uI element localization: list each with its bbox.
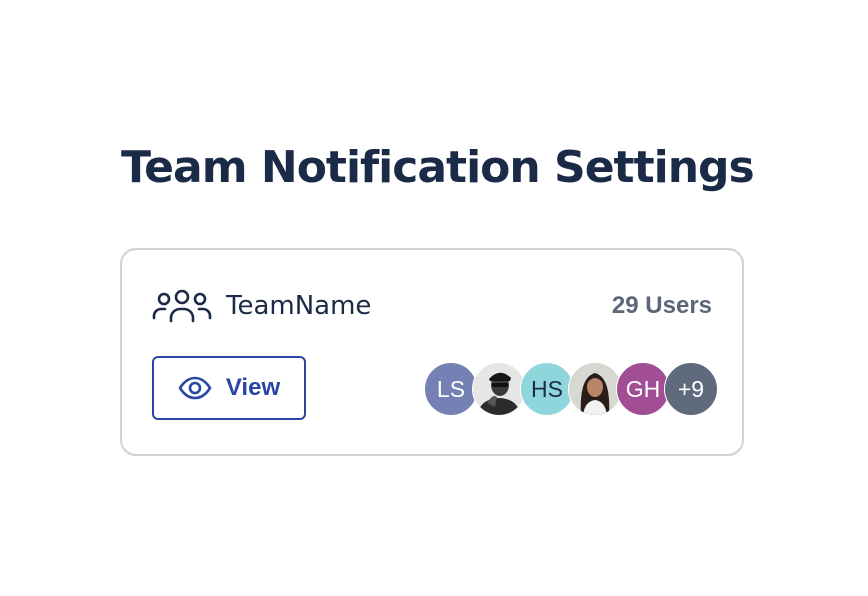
avatar[interactable]: LS [424,362,478,416]
avatar-initials: HS [531,375,563,402]
users-icon [152,286,212,326]
avatar-overflow-count[interactable]: +9 [664,362,718,416]
avatar-photo[interactable] [568,362,622,416]
page-title: Team Notification Settings [121,142,755,193]
user-count: 29 Users [611,292,712,319]
team-name: TeamName [226,291,372,321]
view-button[interactable]: View [152,356,306,420]
avatar-initials: GH [625,375,661,402]
avatar-stack[interactable]: LS HS GH +9 [424,362,724,416]
team-header: TeamName [152,286,371,326]
user-photo-icon [473,363,525,415]
avatar-photo[interactable] [472,362,526,416]
user-photo-icon [569,363,621,415]
avatar[interactable]: GH [616,362,670,416]
eye-icon [178,376,212,400]
avatar-initials: LS [436,375,466,402]
team-card: TeamName 29 Users View LS HS GH +9 [120,248,744,456]
avatar-overflow-label: +9 [677,375,705,402]
avatar[interactable]: HS [520,362,574,416]
view-button-label: View [225,374,281,401]
